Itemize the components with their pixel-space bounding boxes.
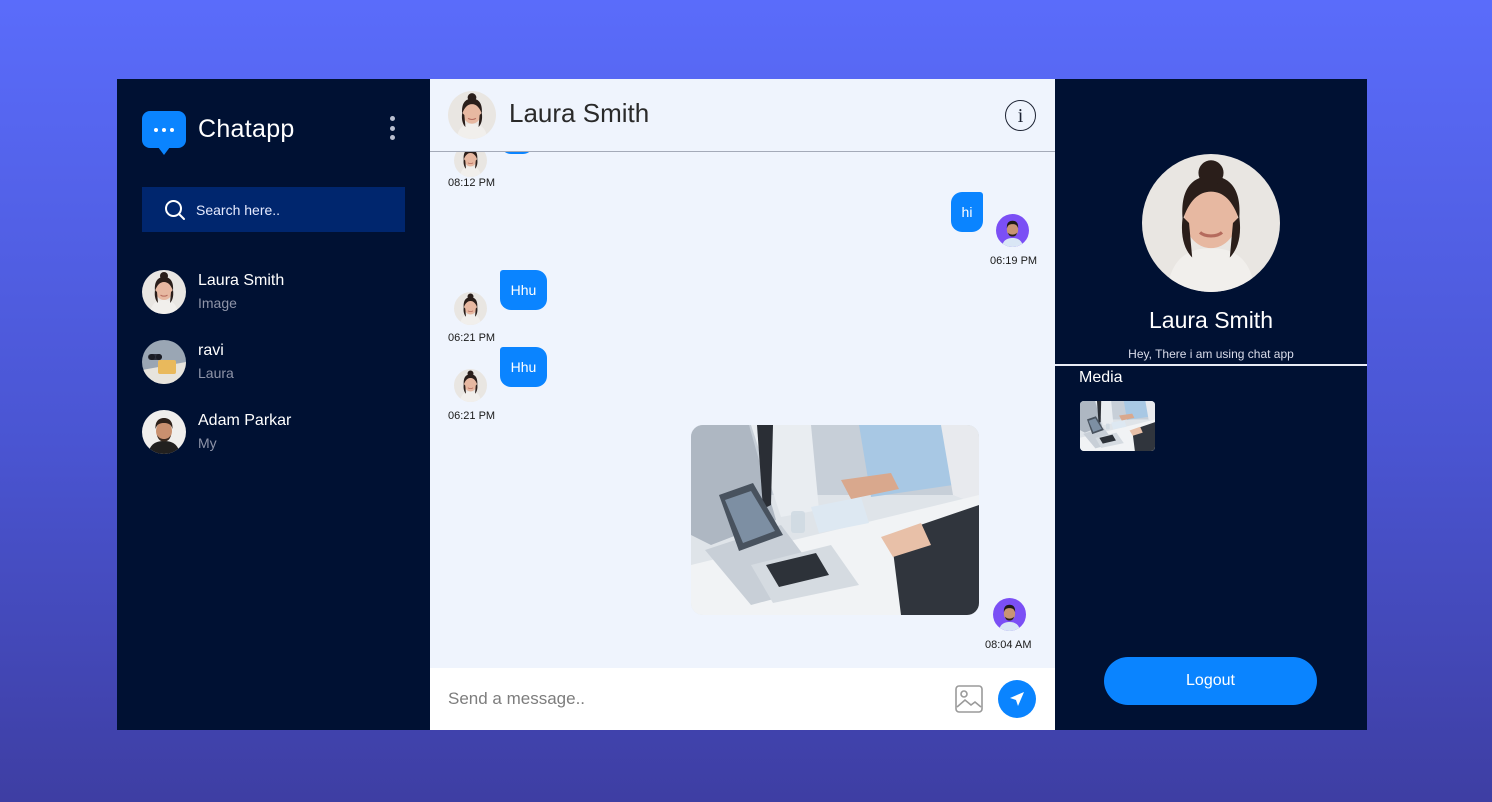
media-thumbnail[interactable] bbox=[1080, 401, 1155, 451]
contact-list: Laura Smith Image ravi Laura Adam Parkar… bbox=[142, 270, 405, 480]
chat-bubble-icon bbox=[142, 111, 186, 155]
message-bubble: Hhu bbox=[500, 347, 547, 387]
contacts-sidebar: Chatapp Laura Smith Image ravi bbox=[117, 79, 430, 730]
profile-name: Laura Smith bbox=[1148, 307, 1273, 333]
profile-avatar bbox=[1142, 154, 1280, 292]
brand: Chatapp bbox=[142, 111, 295, 155]
media-heading: Media bbox=[1079, 369, 1123, 386]
contact-name: Laura Smith bbox=[198, 272, 285, 289]
divider bbox=[1055, 364, 1367, 366]
contact-name: ravi bbox=[198, 342, 224, 359]
image-icon[interactable] bbox=[954, 684, 984, 714]
chat-header: Laura Smith i bbox=[430, 79, 1055, 152]
search-input[interactable] bbox=[196, 201, 386, 218]
avatar bbox=[448, 91, 496, 139]
chat-panel: Laura Smith i 08:12 PM hi 06:19 PM Hhu 0… bbox=[430, 79, 1055, 730]
send-button[interactable] bbox=[998, 680, 1036, 718]
profile-status: Hey, There i am using chat app bbox=[1128, 347, 1294, 361]
more-vertical-icon[interactable] bbox=[385, 116, 399, 140]
message-time: 06:19 PM bbox=[990, 255, 1038, 267]
contact-last-message: Laura bbox=[198, 365, 234, 381]
message-image[interactable] bbox=[691, 425, 979, 615]
avatar bbox=[454, 292, 487, 325]
send-icon bbox=[1010, 692, 1024, 706]
info-icon[interactable]: i bbox=[1005, 100, 1036, 131]
contact-item-ravi[interactable]: ravi Laura bbox=[142, 340, 405, 384]
profile-panel: Laura Smith Hey, There i am using chat a… bbox=[1055, 79, 1367, 730]
search-icon bbox=[165, 199, 185, 220]
chat-app-window: Chatapp Laura Smith Image ravi bbox=[117, 79, 1367, 730]
contact-item-adam-parkar[interactable]: Adam Parkar My bbox=[142, 410, 405, 454]
message-time: 06:21 PM bbox=[448, 332, 496, 344]
message-list[interactable]: 08:12 PM hi 06:19 PM Hhu 06:21 PM Hhu 06… bbox=[430, 132, 1055, 668]
avatar bbox=[996, 214, 1029, 247]
message-input[interactable] bbox=[448, 686, 928, 712]
avatar bbox=[142, 410, 186, 454]
chat-title: Laura Smith bbox=[509, 98, 650, 128]
app-name: Chatapp bbox=[198, 115, 295, 143]
message-time: 08:12 PM bbox=[448, 177, 496, 189]
avatar bbox=[993, 598, 1026, 631]
contact-last-message: My bbox=[198, 435, 217, 451]
contact-name: Adam Parkar bbox=[198, 412, 292, 429]
contact-last-message: Image bbox=[198, 295, 237, 311]
avatar bbox=[142, 340, 186, 384]
avatar bbox=[142, 270, 186, 314]
message-time: 06:21 PM bbox=[448, 410, 496, 422]
contact-item-laura-smith[interactable]: Laura Smith Image bbox=[142, 270, 405, 314]
avatar bbox=[454, 369, 487, 402]
message-bubble: hi bbox=[951, 192, 983, 232]
search-bar[interactable] bbox=[142, 187, 405, 232]
logout-button[interactable]: Logout bbox=[1104, 657, 1317, 705]
message-composer bbox=[430, 668, 1055, 730]
message-bubble: Hhu bbox=[500, 270, 547, 310]
message-time: 08:04 AM bbox=[985, 639, 1032, 651]
